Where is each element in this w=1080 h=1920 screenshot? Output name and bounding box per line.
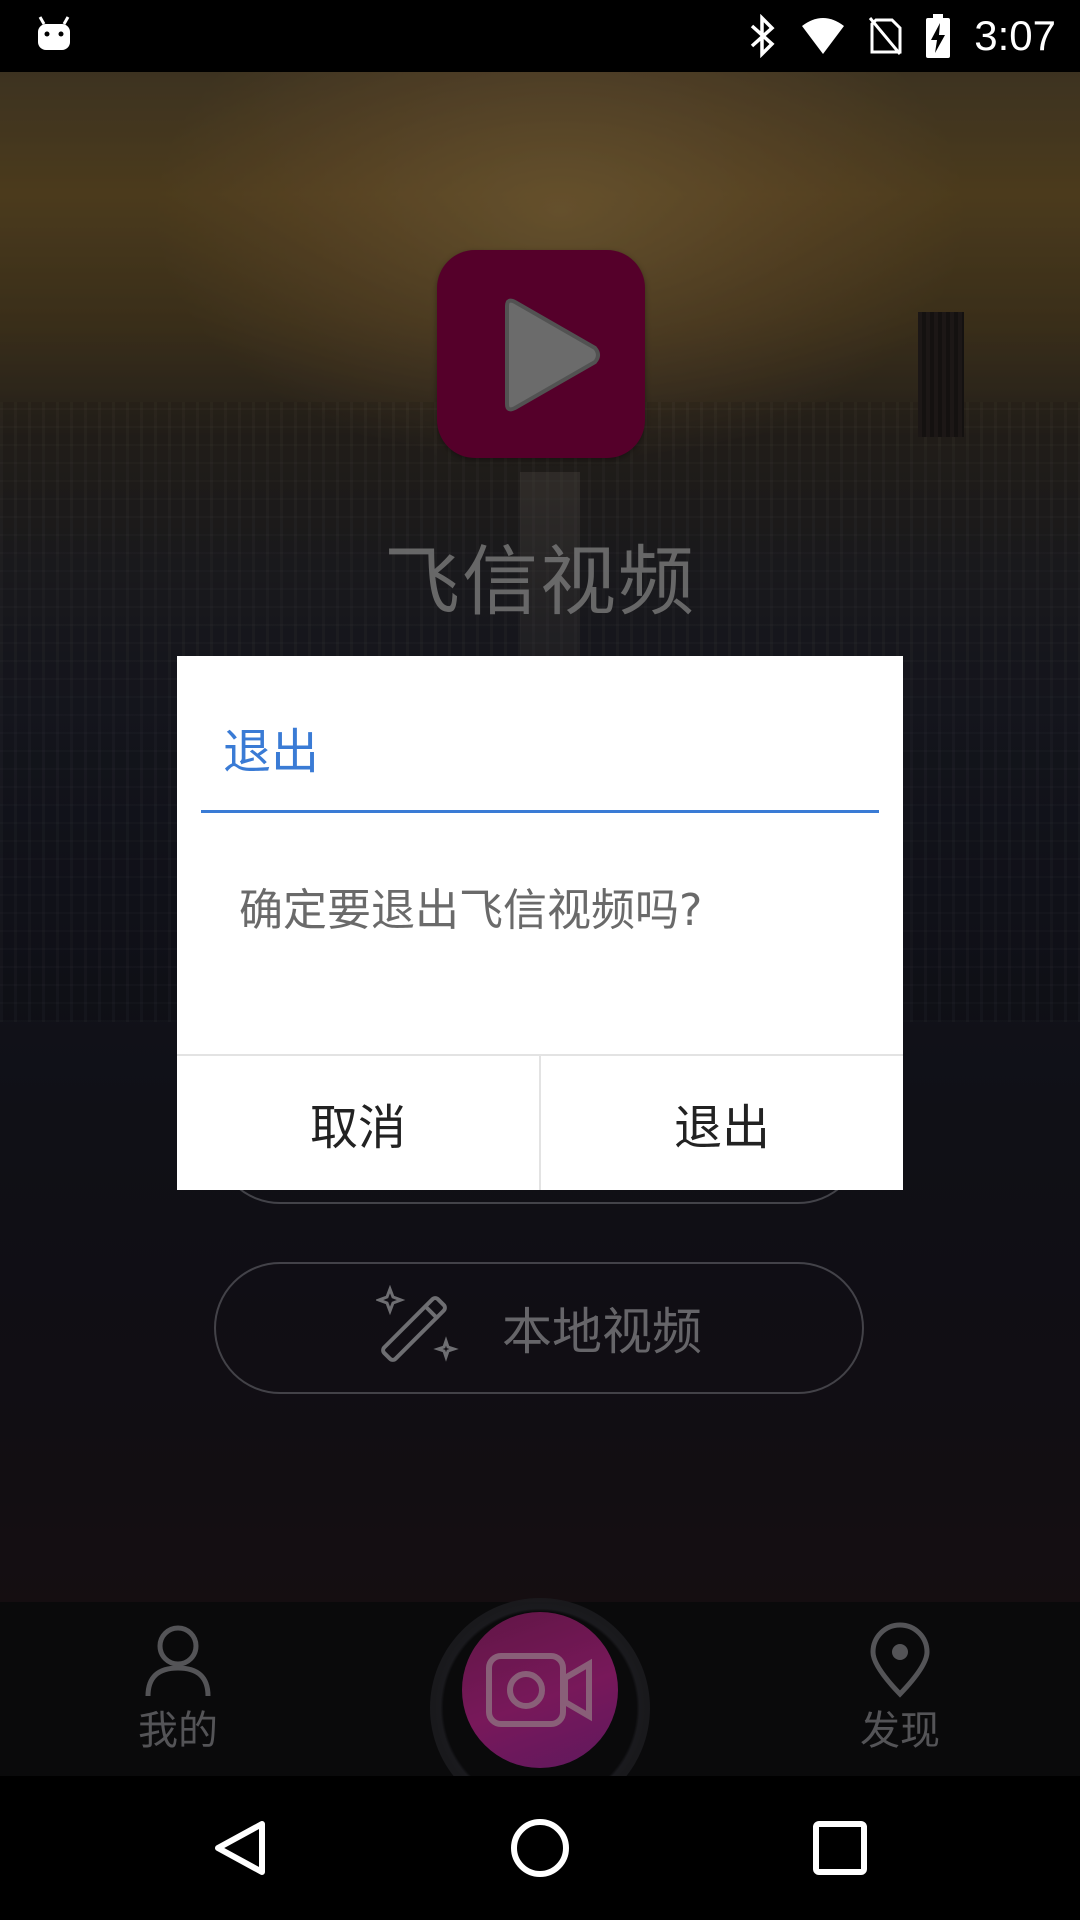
system-nav-bar [0,1776,1080,1920]
back-icon [215,1821,265,1875]
dialog-actions: 取消 退出 [177,1054,903,1190]
back-button[interactable] [204,1812,276,1884]
home-button[interactable] [504,1812,576,1884]
dialog-title: 退出 [223,724,320,780]
recents-button[interactable] [804,1812,876,1884]
exit-dialog: 退出 确定要退出飞信视频吗? 取消 退出 [177,656,903,1190]
cancel-button[interactable]: 取消 [177,1056,539,1190]
dialog-title-divider [201,810,879,813]
no-sim-icon [869,17,902,55]
bluetooth-icon [751,14,775,58]
android-icon [38,16,70,50]
dialog-message: 确定要退出飞信视频吗? [239,885,703,936]
screen: 3:07 飞信视频 本地视频 我的 发现 退出 确定要退出飞信视频吗? 取消 退… [0,0,1080,1920]
recents-icon [813,1821,867,1875]
battery-charging-icon [926,14,951,58]
confirm-exit-button[interactable]: 退出 [539,1056,903,1190]
home-icon [511,1819,569,1877]
wifi-icon [802,18,845,54]
status-time: 3:07 [974,12,1056,59]
status-bar: 3:07 [0,0,1080,72]
